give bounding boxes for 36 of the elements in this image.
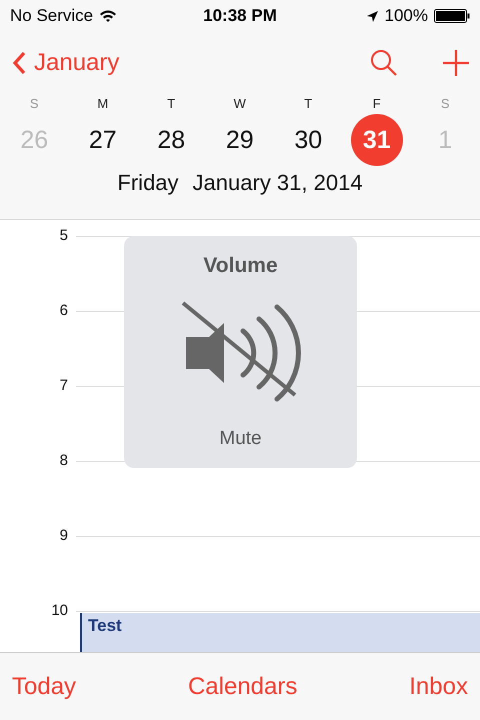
hour-label: 7: [58, 377, 68, 395]
wifi-icon: [99, 9, 118, 23]
tab-bar-button[interactable]: Today: [12, 672, 76, 700]
hour-label: 8: [58, 452, 68, 470]
day-number[interactable]: 30: [282, 114, 334, 166]
calendar-event[interactable]: Test: [80, 613, 480, 652]
hour-label: 9: [58, 527, 68, 545]
add-icon[interactable]: [442, 49, 470, 77]
status-time: 10:38 PM: [203, 6, 277, 26]
day-number[interactable]: 28: [145, 114, 198, 166]
volume-status: Mute: [219, 428, 262, 450]
search-icon[interactable]: [370, 49, 398, 77]
volume-title: Volume: [203, 254, 278, 278]
day-number[interactable]: 27: [76, 114, 129, 166]
battery-icon: [434, 9, 470, 23]
day-number[interactable]: 29: [214, 114, 266, 166]
hour-label: 10: [50, 602, 68, 620]
weekday-letter: W: [234, 95, 246, 113]
location-arrow-icon: [366, 10, 379, 22]
battery-percent: 100%: [384, 6, 428, 26]
tab-bar-button[interactable]: Inbox: [409, 672, 468, 700]
weekday-letter: F: [372, 95, 381, 113]
chevron-left-icon: [12, 51, 26, 75]
weekday-letter: T: [167, 95, 176, 113]
hour-label: 5: [58, 227, 68, 245]
selected-weekday: Friday: [117, 170, 179, 196]
weekday-letter: T: [304, 95, 312, 113]
hour-label: 6: [58, 302, 68, 320]
back-button[interactable]: January: [12, 49, 120, 77]
weekday-letter: M: [97, 95, 108, 113]
selected-date: January 31, 2014: [192, 170, 363, 196]
weekday-letter: S: [440, 95, 450, 113]
tab-bar-button[interactable]: Calendars: [188, 672, 298, 700]
weekday-letter: S: [30, 95, 39, 113]
carrier: No Service: [10, 6, 94, 26]
day-number[interactable]: 31: [350, 114, 403, 166]
